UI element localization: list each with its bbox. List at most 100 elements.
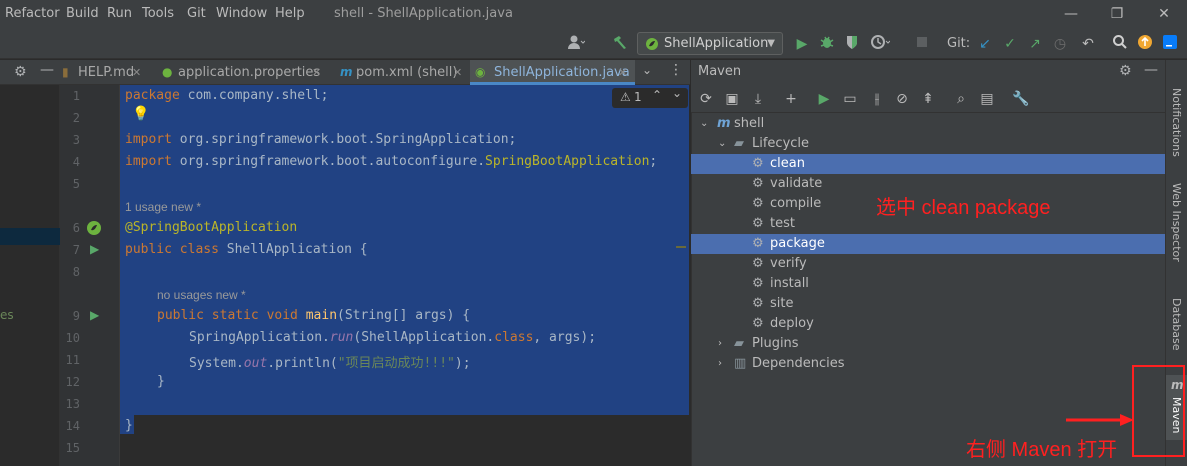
- stop-icon[interactable]: [912, 34, 932, 54]
- add-maven-project-icon[interactable]: ▣: [722, 89, 742, 109]
- database-label: Database: [1170, 298, 1183, 351]
- tree-item-label: clean: [770, 156, 805, 171]
- maven-icon: m: [717, 116, 731, 131]
- editor-gutter: 1 2 3 4 5 6 7 8 9 10 11 12 13 14 15 ▶ ▶: [60, 85, 120, 466]
- tree-item-lifecycle[interactable]: ⌄ ▰ Lifecycle: [691, 134, 1165, 154]
- more-icon[interactable]: ⋮: [669, 62, 683, 78]
- search-icon[interactable]: [1110, 34, 1130, 54]
- download-icon[interactable]: ⤓: [748, 89, 768, 109]
- tree-item-dependencies[interactable]: › ▥ Dependencies: [691, 354, 1165, 374]
- run-icon[interactable]: ▶: [814, 89, 834, 109]
- maven-toolbar: ⟳ ▣ ⤓ + ▶ ▭ ⫲ ⊘ ⇞ ⌕ ▤ 🔧: [691, 85, 1165, 113]
- wrench-icon[interactable]: 🔧: [1011, 89, 1031, 109]
- bulb-icon[interactable]: 💡: [132, 106, 149, 122]
- spring-leaf-icon: ●: [162, 65, 173, 79]
- gear-icon: ⚙: [752, 296, 764, 311]
- coverage-icon[interactable]: [842, 34, 862, 54]
- usage-hint[interactable]: no usages new *: [157, 288, 246, 302]
- run-configuration-select[interactable]: ShellApplication ▼: [637, 32, 783, 55]
- tab-help-md[interactable]: ▮ HELP.md ✕: [60, 60, 155, 85]
- git-update-icon[interactable]: ↙: [975, 34, 995, 54]
- rollback-icon[interactable]: ↶: [1078, 34, 1098, 54]
- ide-logo-icon[interactable]: [1160, 34, 1180, 54]
- tree-item-goal-install[interactable]: ⚙ install: [691, 274, 1165, 294]
- chevron-right-icon[interactable]: ›: [718, 334, 722, 354]
- line-number: 9: [72, 309, 80, 323]
- history-icon[interactable]: ◷: [1050, 34, 1070, 54]
- build-hammer-icon[interactable]: [610, 34, 630, 54]
- close-icon[interactable]: ✕: [453, 60, 462, 85]
- debug-icon[interactable]: [817, 34, 837, 54]
- line-number: 7: [72, 243, 80, 257]
- close-icon[interactable]: ✕: [132, 60, 141, 85]
- notifications-tab[interactable]: Notifications: [1166, 85, 1187, 180]
- close-icon[interactable]: ✕: [618, 60, 627, 85]
- menu-git[interactable]: Git: [187, 6, 206, 21]
- code-line-6: @SpringBootApplication: [125, 220, 298, 235]
- reload-icon[interactable]: ⟳: [696, 89, 716, 109]
- chevron-down-icon: ▼: [767, 38, 775, 49]
- maximize-button[interactable]: ❐: [1107, 4, 1127, 24]
- profiler-icon[interactable]: [870, 34, 891, 54]
- tree-item-shell-project[interactable]: ⌄ m shell: [691, 114, 1165, 134]
- chevron-up-icon[interactable]: ⌃: [652, 88, 662, 102]
- tree-item-goal-deploy[interactable]: ⚙ deploy: [691, 314, 1165, 334]
- chevron-down-icon[interactable]: ⌄: [718, 134, 726, 154]
- tree-item-plugins[interactable]: › ▰ Plugins: [691, 334, 1165, 354]
- close-icon[interactable]: ✕: [312, 60, 321, 85]
- gear-icon: ⚙: [752, 196, 764, 211]
- spring-bean-icon[interactable]: [86, 220, 102, 236]
- run-icon[interactable]: ▶: [792, 34, 812, 54]
- chevron-right-icon[interactable]: ›: [718, 354, 722, 374]
- git-push-icon[interactable]: ↗: [1025, 34, 1045, 54]
- menu-refactor[interactable]: Refactor: [5, 6, 60, 21]
- chevron-down-icon[interactable]: ⌄: [700, 114, 708, 134]
- analyze-icon[interactable]: ⌕: [951, 89, 971, 109]
- tab-label: pom.xml (shell): [356, 65, 458, 80]
- updates-icon[interactable]: [1135, 34, 1155, 54]
- tree-item-goal-clean[interactable]: ⚙ clean: [691, 154, 1165, 174]
- database-tab[interactable]: Database: [1166, 295, 1187, 370]
- chevron-down-icon[interactable]: ⌄: [672, 86, 682, 100]
- git-label: Git:: [947, 36, 971, 51]
- user-icon[interactable]: [566, 34, 586, 54]
- folder-gear-icon: ▰: [734, 136, 744, 151]
- tab-pom-xml[interactable]: m pom.xml (shell) ✕: [338, 60, 464, 85]
- tree-item-label: deploy: [770, 316, 814, 331]
- menu-help[interactable]: Help: [275, 6, 305, 21]
- menu-run[interactable]: Run: [107, 6, 132, 21]
- annotation-select-clean-package: 选中 clean package: [876, 197, 1051, 219]
- hide-icon[interactable]: —: [40, 62, 54, 78]
- menu-tools[interactable]: Tools: [142, 6, 174, 21]
- code-line-14: }: [125, 418, 133, 433]
- tree-item-goal-package[interactable]: ⚙ package: [691, 234, 1165, 254]
- chevron-down-icon[interactable]: ⌄: [642, 63, 652, 77]
- notifications-label: Notifications: [1170, 88, 1183, 157]
- web-inspector-tab[interactable]: Web Inspector: [1166, 180, 1187, 280]
- plus-icon[interactable]: +: [781, 89, 801, 109]
- git-commit-icon[interactable]: ✓: [1000, 34, 1020, 54]
- tree-item-label: compile: [770, 196, 822, 211]
- show-dependencies-icon[interactable]: ▤: [977, 89, 997, 109]
- tab-application-properties[interactable]: ● application.properties ✕: [160, 60, 330, 85]
- inspection-widget[interactable]: ⚠ 1 ⌃ ⌄: [612, 86, 688, 108]
- menu-window[interactable]: Window: [216, 6, 267, 21]
- toggle-offline-icon[interactable]: ⫲: [867, 89, 887, 109]
- skip-tests-icon[interactable]: ⊘: [892, 89, 912, 109]
- collapse-icon[interactable]: ⇞: [918, 89, 938, 109]
- run-gutter-icon[interactable]: ▶: [90, 308, 99, 322]
- minimize-button[interactable]: —: [1061, 4, 1081, 24]
- run-gutter-icon[interactable]: ▶: [90, 242, 99, 256]
- hide-icon[interactable]: —: [1144, 62, 1158, 78]
- tree-item-goal-site[interactable]: ⚙ site: [691, 294, 1165, 314]
- menu-build[interactable]: Build: [66, 6, 99, 21]
- close-window-button[interactable]: ✕: [1154, 4, 1174, 24]
- gear-icon[interactable]: ⚙: [1119, 63, 1132, 79]
- line-number: 3: [72, 133, 80, 147]
- annotation-arrow-icon: [1066, 414, 1134, 426]
- usage-hint[interactable]: 1 usage new *: [125, 200, 201, 214]
- execute-goal-icon[interactable]: ▭: [840, 89, 860, 109]
- gear-icon[interactable]: ⚙: [14, 64, 27, 80]
- tree-item-goal-verify[interactable]: ⚙ verify: [691, 254, 1165, 274]
- tab-shell-application-java[interactable]: ◉ ShellApplication.java ✕: [470, 60, 635, 85]
